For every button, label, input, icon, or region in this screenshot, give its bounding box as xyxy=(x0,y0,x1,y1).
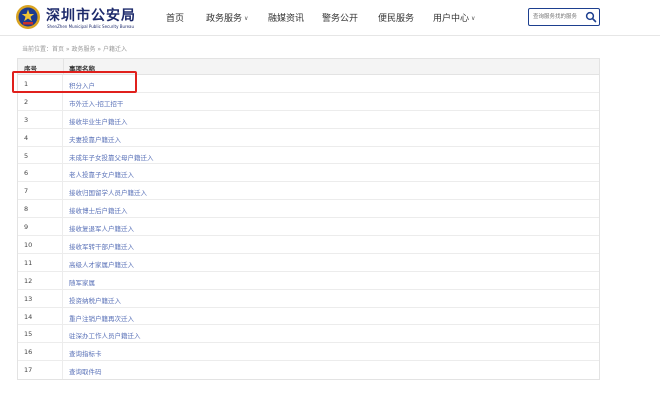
row-number-cell: 15 xyxy=(18,325,63,343)
row-number-cell: 14 xyxy=(18,307,63,325)
row-number: 12 xyxy=(24,276,33,285)
service-link[interactable]: 高级人才家属户籍迁入 xyxy=(69,259,134,269)
table-row: 11 高级人才家属户籍迁入 xyxy=(18,253,599,272)
table-header: 序号 事项名称 xyxy=(18,59,599,75)
row-number: 9 xyxy=(24,223,29,232)
service-link[interactable]: 随军家属 xyxy=(69,277,95,287)
nav-label: 用户中心 xyxy=(433,14,470,24)
search-icon[interactable] xyxy=(585,11,597,23)
search-box xyxy=(528,8,600,26)
service-link[interactable]: 接收归国留学人员户籍迁入 xyxy=(69,187,147,197)
service-link[interactable]: 查询取件码 xyxy=(69,366,102,376)
service-link[interactable]: 市外迁入-招工招干 xyxy=(69,98,123,108)
row-number-cell: 11 xyxy=(18,253,63,271)
row-number: 7 xyxy=(24,187,29,196)
row-number-cell: 3 xyxy=(18,110,63,128)
table-row: 14 重户注销户籍再次迁入 xyxy=(18,307,599,326)
service-link[interactable]: 接收军转干部户籍迁入 xyxy=(69,241,134,251)
nav-label: 警务公开 xyxy=(322,14,359,24)
service-link[interactable]: 积分入户 xyxy=(69,80,95,90)
row-number-cell: 16 xyxy=(18,343,63,361)
column-header-name: 事项名称 xyxy=(69,65,95,73)
row-number: 5 xyxy=(24,151,29,160)
table-body: 1 积分入户 2 市外迁入-招工招干 3 接收毕业生户籍迁入 4 夫妻投靠户籍迁入 5 未成年子女… xyxy=(18,75,599,380)
nav-label: 首页 xyxy=(166,14,185,24)
service-link[interactable]: 接收复退军人户籍迁入 xyxy=(69,223,134,233)
service-link[interactable]: 夫妻投靠户籍迁入 xyxy=(69,134,121,144)
row-number: 6 xyxy=(24,169,29,178)
nav-media-news[interactable]: 融媒资讯 xyxy=(268,11,304,24)
row-number: 16 xyxy=(24,348,33,357)
service-table: 序号 事项名称 1 积分入户 2 市外迁入-招工招干 3 接收毕业生户籍迁入 4 夫妻投靠户籍… xyxy=(17,58,600,381)
row-number-cell: 6 xyxy=(18,164,63,182)
service-link[interactable]: 接收毕业生户籍迁入 xyxy=(69,116,128,126)
nav-government-services[interactable]: 政务服务 ∨ xyxy=(206,11,248,24)
table-row: 8 接收博士后户籍迁入 xyxy=(18,200,599,219)
table-row: 5 未成年子女投靠父母户籍迁入 xyxy=(18,146,599,165)
row-number: 13 xyxy=(24,294,33,303)
row-number: 3 xyxy=(24,115,29,124)
table-row: 10 接收军转干部户籍迁入 xyxy=(18,236,599,254)
breadcrumb: 当前位置：首页 » 政务服务 » 户籍迁入 xyxy=(22,46,127,53)
row-number-cell: 12 xyxy=(18,271,63,289)
row-number-cell: 1 xyxy=(18,75,63,92)
table-row: 2 市外迁入-招工招干 xyxy=(18,92,599,111)
row-number: 10 xyxy=(24,241,33,250)
service-link[interactable]: 接收博士后户籍迁入 xyxy=(69,205,128,215)
table-row: 1 积分入户 xyxy=(18,75,599,93)
row-number-cell: 13 xyxy=(18,289,63,307)
row-number: 14 xyxy=(24,312,33,321)
row-number: 15 xyxy=(24,330,33,339)
row-number: 1 xyxy=(24,80,29,88)
logo-title: 深圳市公安局 xyxy=(46,8,136,24)
column-header-number: 序号 xyxy=(24,65,37,73)
row-number-cell: 8 xyxy=(18,200,63,218)
row-number-cell: 2 xyxy=(18,92,63,110)
table-row: 7 接收归国留学人员户籍迁入 xyxy=(18,182,599,201)
row-number: 11 xyxy=(24,258,33,267)
header-divider xyxy=(63,59,64,75)
chevron-down-icon: ∨ xyxy=(244,15,249,22)
service-link[interactable]: 未成年子女投靠父母户籍迁入 xyxy=(69,152,154,162)
nav-label: 融媒资讯 xyxy=(268,14,305,24)
table-row: 3 接收毕业生户籍迁入 xyxy=(18,110,599,129)
table-row: 4 夫妻投靠户籍迁入 xyxy=(18,128,599,147)
table-row: 13 投资纳税户籍迁入 xyxy=(18,289,599,308)
row-number: 8 xyxy=(24,205,29,214)
service-link[interactable]: 重户注销户籍再次迁入 xyxy=(69,313,134,323)
row-number: 4 xyxy=(24,133,29,142)
nav-public-services[interactable]: 便民服务 xyxy=(378,11,414,24)
nav-police-affairs[interactable]: 警务公开 xyxy=(322,11,358,24)
row-number-cell: 7 xyxy=(18,182,63,200)
table-row: 16 查询指标卡 xyxy=(18,343,599,362)
search-input[interactable] xyxy=(529,9,585,25)
table-row: 17 查询取件码 xyxy=(18,361,599,380)
table-row: 12 随军家属 xyxy=(18,271,599,290)
row-number-cell: 9 xyxy=(18,218,63,236)
row-number-cell: 4 xyxy=(18,128,63,146)
table-row: 15 驻深办工作人员户籍迁入 xyxy=(18,325,599,344)
row-number: 17 xyxy=(24,366,33,375)
logo-subtitle: ShenZhen Municipal Public Security Burea… xyxy=(47,24,135,29)
chevron-down-icon: ∨ xyxy=(471,15,476,22)
nav-home[interactable]: 首页 xyxy=(166,11,184,24)
service-link[interactable]: 驻深办工作人员户籍迁入 xyxy=(69,330,141,340)
site-header: 深圳市公安局 ShenZhen Municipal Public Securit… xyxy=(0,0,660,36)
table-row: 6 老人投靠子女户籍迁入 xyxy=(18,164,599,183)
service-link[interactable]: 老人投靠子女户籍迁入 xyxy=(69,169,134,179)
police-emblem-icon xyxy=(16,5,40,29)
row-number-cell: 5 xyxy=(18,146,63,164)
table-row: 9 接收复退军人户籍迁入 xyxy=(18,218,599,237)
service-link[interactable]: 查询指标卡 xyxy=(69,348,102,358)
row-number-cell: 17 xyxy=(18,361,63,380)
row-number-cell: 10 xyxy=(18,236,63,253)
service-link[interactable]: 投资纳税户籍迁入 xyxy=(69,295,121,305)
row-number: 2 xyxy=(24,97,29,106)
nav-label: 便民服务 xyxy=(378,14,415,24)
nav-label: 政务服务 xyxy=(206,14,243,24)
nav-user-center[interactable]: 用户中心 ∨ xyxy=(433,11,475,24)
site-logo[interactable]: 深圳市公安局 ShenZhen Municipal Public Securit… xyxy=(15,4,175,32)
